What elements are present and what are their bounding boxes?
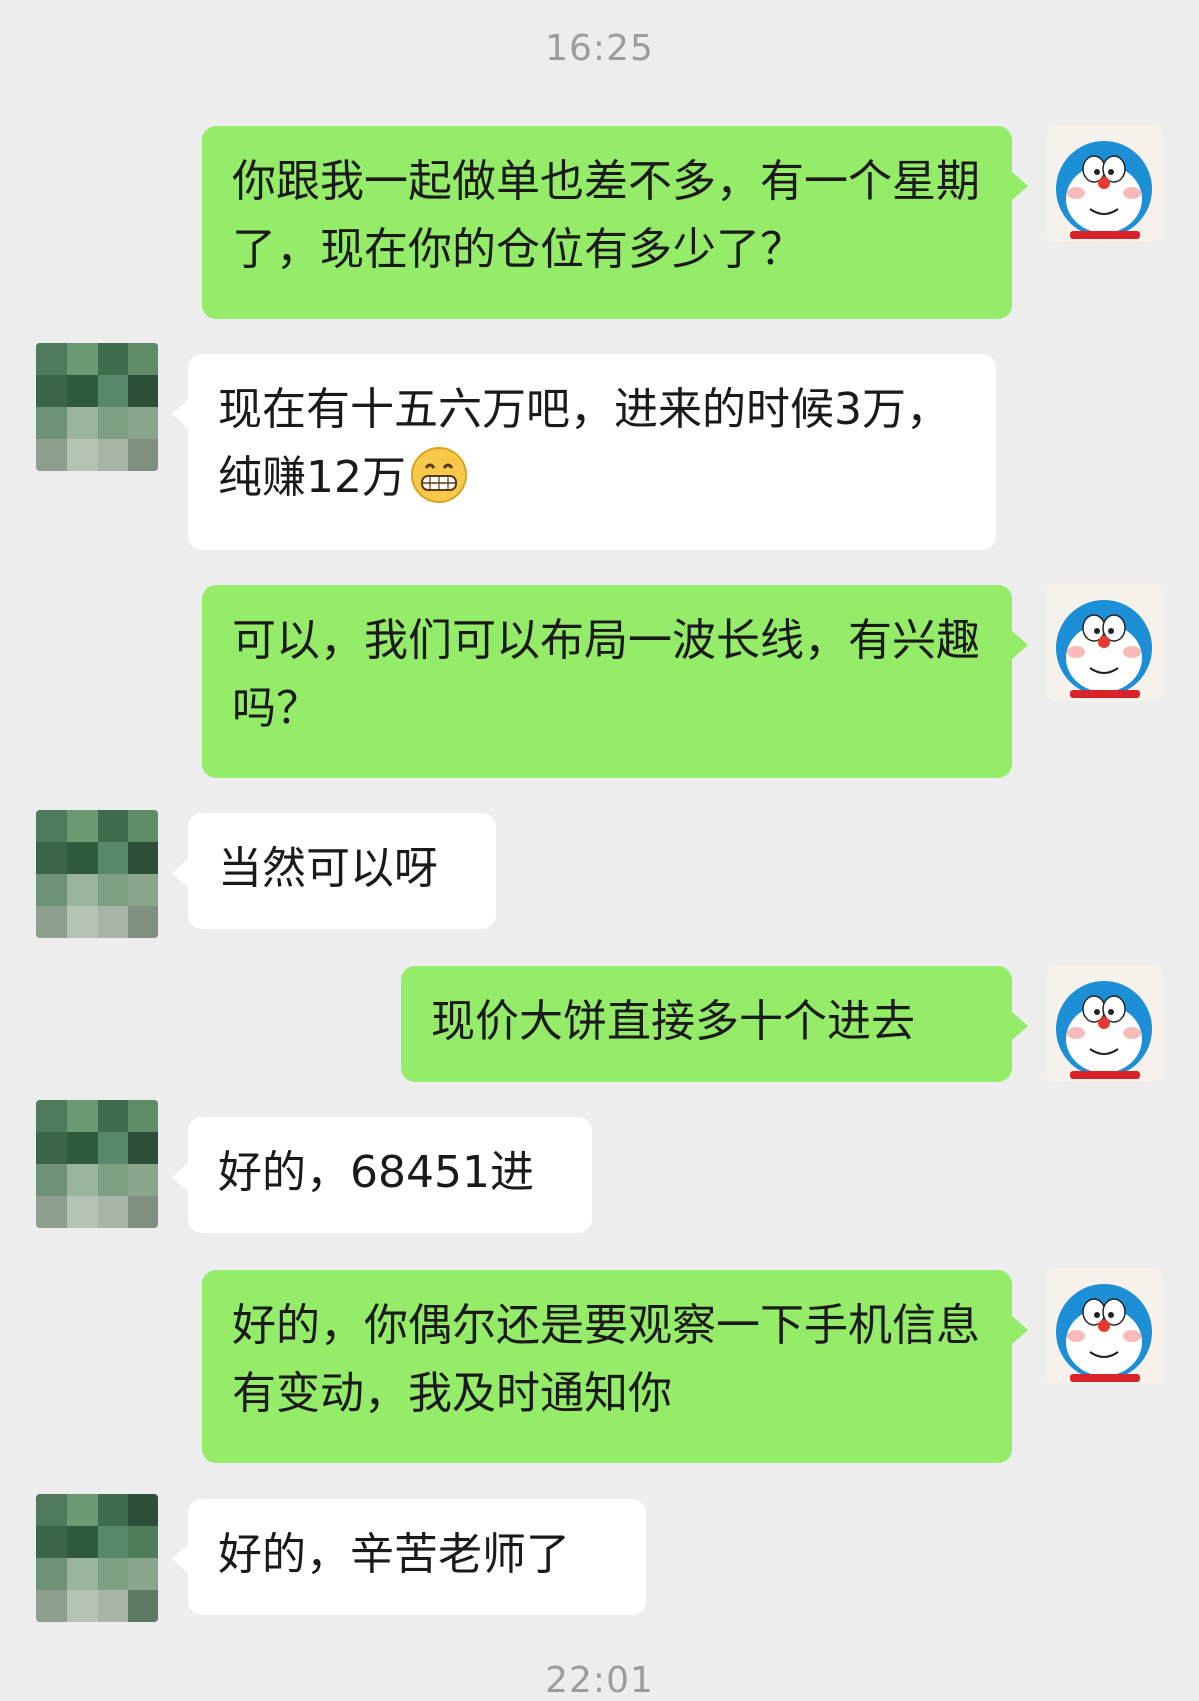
- contact-avatar[interactable]: [36, 343, 158, 471]
- message-text: 好的，辛苦老师了: [218, 1529, 570, 1580]
- doraemon-avatar-icon: [1046, 125, 1163, 242]
- doraemon-avatar-icon: [1046, 1268, 1163, 1385]
- message-text: 可以，我们可以布局一波长线，有兴趣吗？: [232, 615, 980, 734]
- message-text: 你跟我一起做单也差不多，有一个星期了，现在你的仓位有多少了？: [232, 156, 980, 275]
- timestamp: 16:25: [545, 28, 654, 69]
- self-avatar[interactable]: [1046, 584, 1163, 701]
- contact-avatar[interactable]: [36, 1100, 158, 1228]
- doraemon-avatar-icon: [1046, 965, 1163, 1082]
- message-bubble-incoming[interactable]: 当然可以呀: [172, 813, 496, 929]
- message-bubble-incoming[interactable]: 好的，68451进: [172, 1117, 592, 1233]
- message-text: 当然可以呀: [218, 843, 438, 894]
- message-text: 现在有十五六万吧，进来的时候3万，纯赚12万: [218, 384, 950, 503]
- self-avatar[interactable]: [1046, 125, 1163, 242]
- doraemon-avatar-icon: [1046, 584, 1163, 701]
- pixelated-avatar-icon: [36, 343, 158, 471]
- message-bubble-outgoing[interactable]: 可以，我们可以布局一波长线，有兴趣吗？: [202, 585, 1028, 778]
- message-bubble-outgoing[interactable]: 你跟我一起做单也差不多，有一个星期了，现在你的仓位有多少了？: [202, 126, 1028, 319]
- pixelated-avatar-icon: [36, 1494, 158, 1622]
- message-text: 现价大饼直接多十个进去: [431, 996, 915, 1047]
- grinning-face-emoji-icon: [410, 446, 468, 524]
- pixelated-avatar-icon: [36, 810, 158, 938]
- timestamp: 22:01: [545, 1660, 654, 1701]
- message-bubble-outgoing[interactable]: 好的，你偶尔还是要观察一下手机信息有变动，我及时通知你: [202, 1270, 1028, 1463]
- message-bubble-incoming[interactable]: 现在有十五六万吧，进来的时候3万，纯赚12万: [172, 354, 996, 550]
- pixelated-avatar-icon: [36, 1100, 158, 1228]
- self-avatar[interactable]: [1046, 1268, 1163, 1385]
- message-text: 好的，你偶尔还是要观察一下手机信息有变动，我及时通知你: [232, 1300, 980, 1419]
- contact-avatar[interactable]: [36, 810, 158, 938]
- self-avatar[interactable]: [1046, 965, 1163, 1082]
- contact-avatar[interactable]: [36, 1494, 158, 1622]
- message-text: 好的，68451进: [218, 1147, 534, 1198]
- message-bubble-outgoing[interactable]: 现价大饼直接多十个进去: [401, 966, 1028, 1082]
- message-bubble-incoming[interactable]: 好的，辛苦老师了: [172, 1499, 646, 1615]
